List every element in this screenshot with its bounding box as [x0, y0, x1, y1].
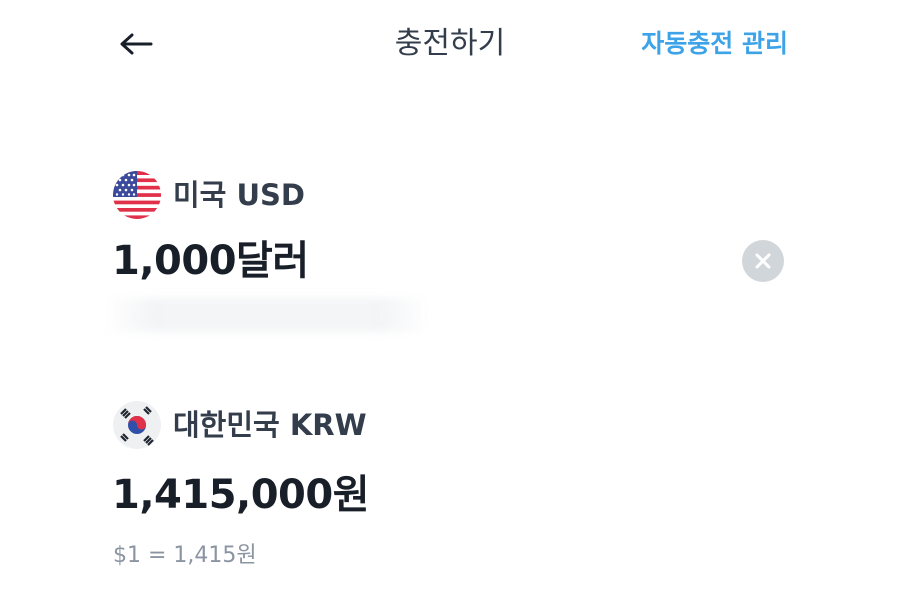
us-flag-icon: [113, 171, 161, 219]
target-currency-name: 대한민국 KRW: [173, 408, 367, 442]
target-currency-header[interactable]: 대한민국 KRW: [113, 401, 367, 449]
auto-charge-manage-link[interactable]: 자동충전 관리: [641, 26, 788, 62]
charge-screen: 충전하기 자동충전 관리 미국 USD 1,000달러 대한민국 KRW 1,4…: [0, 0, 900, 600]
back-button[interactable]: [110, 22, 162, 66]
clear-amount-button[interactable]: [742, 240, 784, 282]
target-amount: 1,415,000원: [112, 472, 370, 518]
arrow-left-icon: [120, 33, 153, 55]
blurred-helper-text: [104, 298, 430, 332]
exchange-rate-text: $1 = 1,415원: [113, 543, 257, 568]
source-currency-name: 미국 USD: [173, 178, 305, 212]
source-amount-input[interactable]: 1,000달러: [112, 236, 309, 286]
close-icon: [755, 253, 771, 269]
source-currency-header[interactable]: 미국 USD: [113, 171, 305, 219]
kr-flag-icon: [113, 401, 161, 449]
